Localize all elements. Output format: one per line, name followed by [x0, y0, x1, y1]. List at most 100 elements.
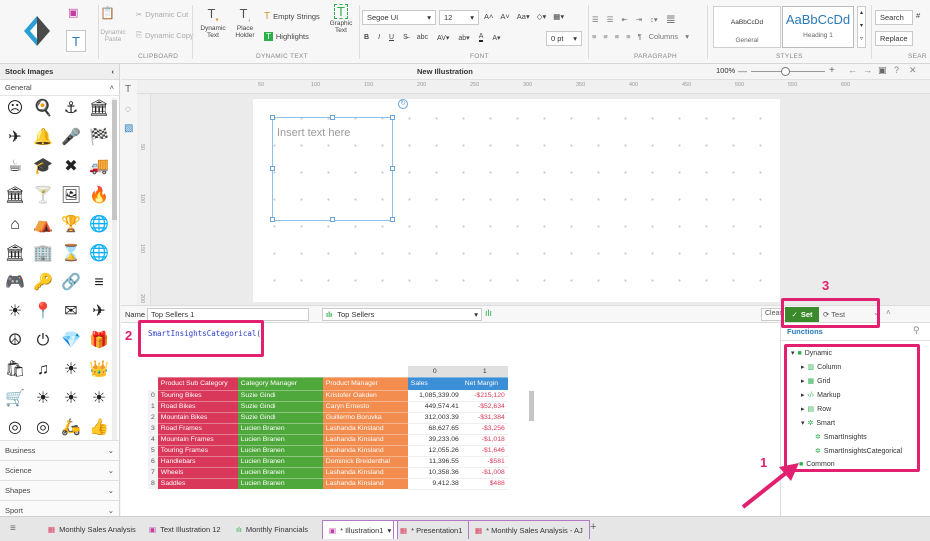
stock-image-29-icon[interactable]: 📍: [32, 303, 54, 321]
zoom-thumb[interactable]: [781, 67, 790, 76]
functions-search-icon[interactable]: ⚲: [913, 325, 920, 336]
stock-image-17-icon[interactable]: ⛺: [32, 216, 54, 234]
stock-image-40-icon[interactable]: 🛒: [4, 390, 26, 408]
paste-icon[interactable]: ▣: [68, 6, 78, 19]
grid-cell[interactable]: 68,627.65: [407, 423, 462, 435]
italic-icon[interactable]: I: [378, 34, 380, 41]
tab-monthly-sales-analysis[interactable]: ▦ Monthly Sales Analysis: [42, 520, 142, 539]
close-icon[interactable]: ✕: [909, 65, 917, 76]
grid-cell[interactable]: Lucien Branen: [237, 478, 323, 490]
text-effect-icon[interactable]: A▾: [492, 34, 500, 42]
stock-image-3-icon[interactable]: 🏛: [88, 100, 110, 118]
stock-image-21-icon[interactable]: 🏢: [32, 245, 54, 263]
grid-cell[interactable]: 3: [148, 423, 158, 435]
dynamic-paste-button[interactable]: 📋: [100, 6, 115, 20]
grid-cell[interactable]: Handlebars: [157, 456, 238, 468]
stock-image-6-icon[interactable]: 🎤: [60, 129, 82, 147]
stock-image-19-icon[interactable]: 🌐: [88, 216, 110, 234]
grow-font-icon[interactable]: A˄: [484, 12, 493, 21]
grid-cell[interactable]: Road Bikes: [157, 401, 238, 413]
align-stack-icon[interactable]: ≣: [666, 12, 676, 26]
tab-illustration1[interactable]: ▣ * Illustration1 ▾: [322, 520, 399, 539]
stock-image-38-icon[interactable]: ☀: [60, 361, 82, 379]
highlight-color-icon[interactable]: ab▾: [458, 34, 469, 42]
grid-cell[interactable]: 10,358.36: [407, 467, 462, 479]
tab-presentation1[interactable]: ▦ * Presentation1: [393, 520, 470, 539]
clear-format-icon[interactable]: ◇▾: [537, 12, 547, 21]
font-color-icon[interactable]: A: [478, 33, 484, 42]
stock-image-24-icon[interactable]: 🎮: [4, 274, 26, 292]
stock-image-37-icon[interactable]: ♫: [32, 361, 54, 379]
grid-cell[interactable]: 312,003.39: [407, 412, 462, 424]
numbering-icon[interactable]: ☰: [607, 15, 614, 24]
replace-button[interactable]: Replace: [875, 31, 913, 46]
stock-image-12-icon[interactable]: 🏛: [4, 187, 26, 205]
dynamic-cut-button[interactable]: ✂ Dynamic Cut: [136, 10, 188, 19]
style-heading-1[interactable]: AaBbCcDd Heading 1: [782, 6, 854, 48]
grid-cell[interactable]: Mountain Frames: [157, 434, 238, 446]
category-shapes[interactable]: Shapes ⌄: [0, 480, 119, 500]
shrink-font-icon[interactable]: A˅: [500, 12, 509, 21]
bold-icon[interactable]: B: [364, 34, 369, 41]
grid-cell[interactable]: Wheels: [157, 467, 238, 479]
grid-cell[interactable]: 8: [148, 478, 158, 490]
stock-image-10-icon[interactable]: ✖: [60, 158, 82, 176]
text-tool-button[interactable]: T: [66, 30, 86, 52]
dynamic-copy-button[interactable]: ⎘ Dynamic Copy: [136, 30, 194, 40]
dynamic-text-button[interactable]: T▾ Dynamic Text: [200, 6, 226, 39]
grid-cell[interactable]: 1,085,339.09: [407, 390, 462, 402]
text-tool-icon[interactable]: T: [125, 84, 131, 95]
stock-image-34-icon[interactable]: 💎: [60, 332, 82, 350]
tab-monthly-financials[interactable]: ılı Monthly Financials: [230, 520, 314, 539]
stock-image-14-icon[interactable]: 🖼: [60, 187, 82, 205]
grid-cell[interactable]: -$3,256: [461, 423, 508, 435]
stock-image-22-icon[interactable]: ⌛: [60, 245, 82, 263]
stock-image-9-icon[interactable]: 🎓: [32, 158, 54, 176]
dataset-select[interactable]: ılı Top Sellers ▾: [322, 308, 482, 321]
grid-cell[interactable]: Suzie Gindi: [237, 390, 323, 402]
dataset-edit-icon[interactable]: ılı: [485, 308, 492, 318]
stock-image-41-icon[interactable]: ☀: [32, 390, 54, 408]
grid-cell[interactable]: Saddles: [157, 478, 238, 490]
strike-icon[interactable]: S̶: [403, 34, 408, 41]
grid-cell[interactable]: Lucien Branen: [237, 445, 323, 457]
grid-cell[interactable]: -$31,384: [461, 412, 508, 424]
stock-image-11-icon[interactable]: 🚚: [88, 158, 110, 176]
grid-cell[interactable]: -$52,634: [461, 401, 508, 413]
stock-image-20-icon[interactable]: 🏛: [4, 245, 26, 263]
category-business[interactable]: Business ⌄: [0, 440, 119, 460]
line-spacing-icon[interactable]: ↕▾: [650, 15, 658, 24]
back-icon[interactable]: ←: [848, 65, 857, 75]
grid-cell[interactable]: Suzie Gindi: [237, 401, 323, 413]
grid-cell[interactable]: -$581: [461, 456, 508, 468]
style-general[interactable]: AaBbCcDd General: [713, 6, 781, 48]
category-science[interactable]: Science ⌄: [0, 460, 119, 480]
general-category[interactable]: General ˄: [0, 80, 119, 96]
stock-image-31-icon[interactable]: ✈: [88, 303, 110, 321]
stock-image-28-icon[interactable]: ☀: [4, 303, 26, 321]
spacing-select[interactable]: 0 pt ▾: [546, 31, 582, 46]
stock-image-46-icon[interactable]: 🛵: [60, 419, 82, 437]
grid-cell[interactable]: 9,412.38: [407, 478, 462, 490]
change-case-icon[interactable]: Aa▾: [517, 12, 530, 21]
grid-cell[interactable]: Lucien Branen: [237, 423, 323, 435]
stock-image-30-icon[interactable]: ✉: [60, 303, 82, 321]
grid-cell[interactable]: 1: [148, 401, 158, 413]
grid-cell[interactable]: -$1,646: [461, 445, 508, 457]
grid-cell[interactable]: Lashanda Kinsland: [322, 423, 408, 435]
stock-image-33-icon[interactable]: ⏻: [32, 332, 54, 350]
abc-icon[interactable]: abc: [417, 34, 428, 41]
tab-monthly-sales-analysis-aj[interactable]: ▦ * Monthly Sales Analysis - AJ: [468, 520, 590, 539]
styles-scroll[interactable]: ▴ ▾ ▿: [857, 6, 866, 48]
stock-image-42-icon[interactable]: ☀: [60, 390, 82, 408]
forward-icon[interactable]: →: [863, 65, 872, 75]
zoom-out-icon[interactable]: —: [738, 66, 747, 76]
stock-image-39-icon[interactable]: 👑: [88, 361, 110, 379]
grid-cell[interactable]: Lashanda Kinsland: [322, 478, 408, 490]
stock-image-2-icon[interactable]: ⚓: [60, 100, 82, 118]
stock-image-0-icon[interactable]: ☹: [4, 100, 26, 118]
grid-cell[interactable]: Caryn Ernesto: [322, 401, 408, 413]
grid-cell[interactable]: Guillermo Boruvka: [322, 412, 408, 424]
grid-cell[interactable]: Lucien Branen: [237, 456, 323, 468]
grid-cell[interactable]: 2: [148, 412, 158, 424]
